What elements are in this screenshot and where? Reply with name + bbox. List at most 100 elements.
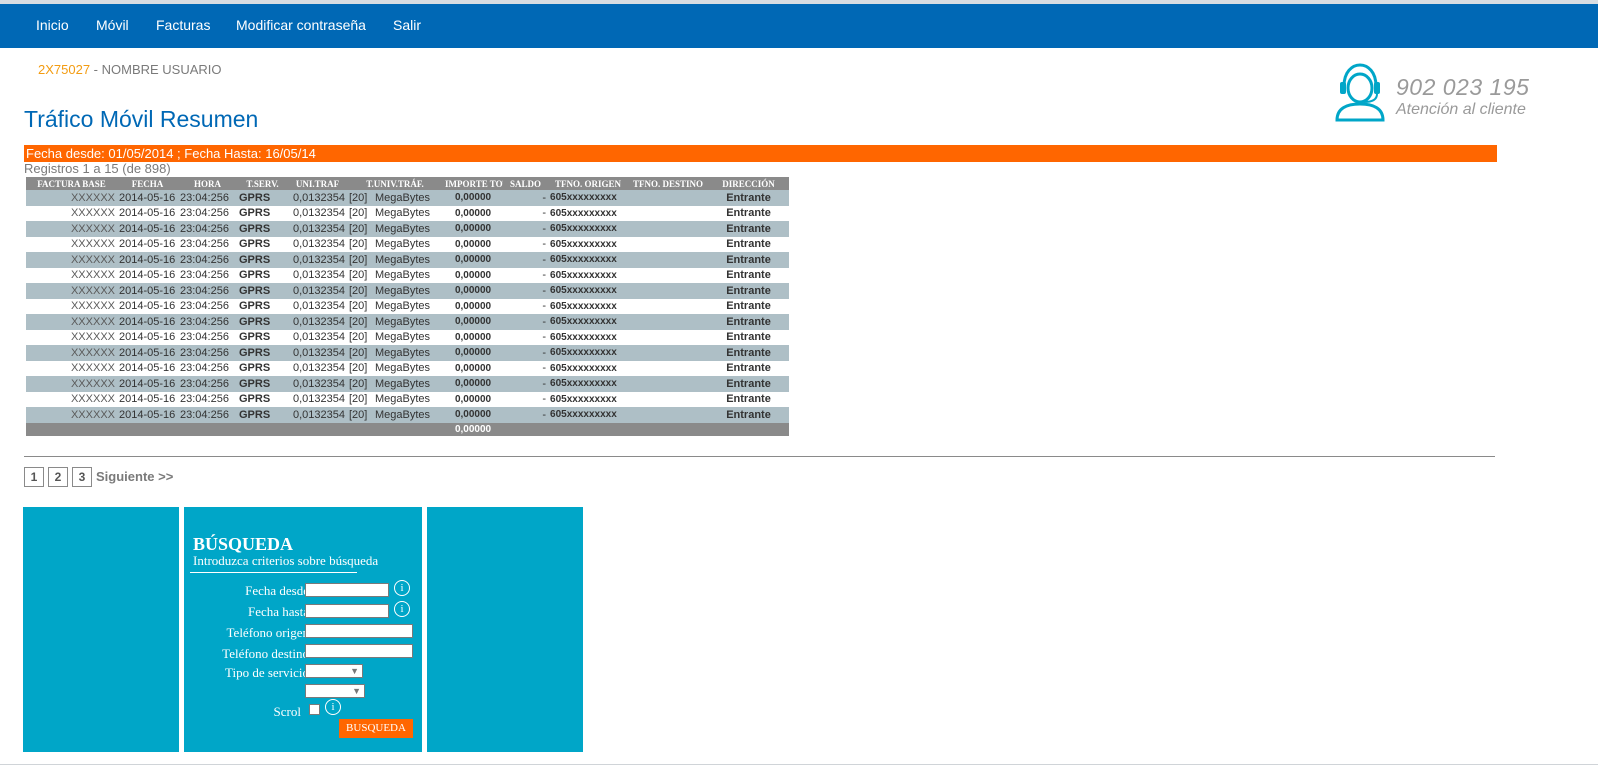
left-panel — [23, 507, 179, 752]
table-cell: 605xxxxxxxxx — [548, 283, 629, 299]
page-3-button[interactable]: 3 — [72, 467, 92, 487]
tipo-servicio-sub-select[interactable]: ▼ — [305, 684, 365, 698]
table-cell: 0,0132354 — [288, 407, 347, 423]
fecha-desde-input[interactable] — [305, 583, 389, 597]
table-cell: MegaBytes — [373, 190, 444, 206]
table-cell: MegaBytes — [373, 407, 444, 423]
nav-salir[interactable]: Salir — [393, 17, 421, 33]
table-cell: 2014-05-16 — [117, 283, 178, 299]
scrol-checkbox[interactable] — [309, 704, 320, 715]
headset-agent-icon — [1335, 63, 1385, 122]
table-cell: 23:04:256 — [178, 345, 237, 361]
table-cell: 0,0132354 — [288, 345, 347, 361]
table-cell: GPRS — [237, 283, 288, 299]
table-cell: 2014-05-16 — [117, 314, 178, 330]
table-cell: MegaBytes — [373, 267, 444, 283]
table-cell: XXXXXX — [26, 190, 117, 206]
table-cell: 0,0132354 — [288, 205, 347, 221]
busqueda-button[interactable]: BUSQUEDA — [339, 719, 413, 738]
user-code: 2X75027 — [38, 62, 91, 77]
table-cell: MegaBytes — [373, 283, 444, 299]
table-cell — [628, 190, 709, 206]
table-cell: 2014-05-16 — [117, 236, 178, 252]
table-cell: 23:04:256 — [178, 221, 237, 237]
table-cell: 605xxxxxxxxx — [548, 267, 629, 283]
table-cell: GPRS — [237, 298, 288, 314]
table-cell: 605xxxxxxxxx — [548, 221, 629, 237]
table-cell: 0,00000 — [443, 267, 504, 283]
table-cell: XXXXXX — [26, 360, 117, 376]
table-cell: [20] — [347, 221, 373, 237]
table-cell: - — [503, 376, 549, 392]
table-cell: 605xxxxxxxxx — [548, 407, 629, 423]
table-cell: - — [503, 205, 549, 221]
table-cell: GPRS — [237, 345, 288, 361]
col-header: FACTURA BASE — [26, 177, 117, 190]
table-cell: Entrante — [708, 376, 790, 392]
table-cell: Entrante — [708, 190, 790, 206]
table-row: XXXXXX 2014-05-16 23:04:256 GPRS 0,0132354 [2… — [26, 360, 790, 376]
scrol-label: Scrol — [273, 704, 301, 719]
table-cell: 23:04:256 — [178, 391, 237, 407]
table-cell: [20] — [347, 267, 373, 283]
user-info: 2X75027 - NOMBRE USUARIO — [38, 62, 222, 77]
nav-facturas[interactable]: Facturas — [156, 17, 210, 33]
next-page-link[interactable]: Siguiente >> — [96, 469, 173, 484]
table-cell: - — [503, 360, 549, 376]
table-cell: [20] — [347, 298, 373, 314]
table-cell — [628, 283, 709, 299]
table-row: XXXXXX 2014-05-16 23:04:256 GPRS 0,0132354 [2… — [26, 298, 790, 314]
info-icon[interactable]: i — [394, 601, 410, 617]
table-cell: 605xxxxxxxxx — [548, 236, 629, 252]
table-cell: 23:04:256 — [178, 190, 237, 206]
table-cell: 23:04:256 — [178, 314, 237, 330]
table-cell: - — [503, 407, 549, 423]
search-subtitle: Introduzca criterios sobre búsqueda — [193, 553, 379, 568]
table-cell: Entrante — [708, 345, 790, 361]
main-nav: Inicio Móvil Facturas Modificar contrase… — [0, 4, 1598, 48]
support-block: 902 023 195 Atención al cliente — [1334, 62, 1574, 126]
table-cell: 0,00000 — [443, 190, 504, 206]
page-2-button[interactable]: 2 — [48, 467, 68, 487]
table-cell: 0,0132354 — [288, 267, 347, 283]
info-icon[interactable]: i — [325, 699, 341, 715]
table-row: XXXXXX 2014-05-16 23:04:256 GPRS 0,0132354 [2… — [26, 391, 790, 407]
table-cell: 0,00000 — [443, 314, 504, 330]
table-cell: MegaBytes — [373, 376, 444, 392]
table-cell: MegaBytes — [373, 298, 444, 314]
tipo-servicio-select[interactable]: ▼ — [305, 664, 363, 678]
table-cell: 0,0132354 — [288, 298, 347, 314]
table-cell: 0,00000 — [443, 298, 504, 314]
table-cell: MegaBytes — [373, 345, 444, 361]
nav-movil[interactable]: Móvil — [96, 17, 129, 33]
table-cell: 0,00000 — [443, 329, 504, 345]
table-cell: 2014-05-16 — [117, 329, 178, 345]
info-icon[interactable]: i — [394, 580, 410, 596]
user-separator: - — [90, 62, 102, 77]
page-1-button[interactable]: 1 — [24, 467, 44, 487]
chevron-down-icon: ▼ — [352, 686, 361, 696]
table-cell: 605xxxxxxxxx — [548, 190, 629, 206]
chevron-down-icon: ▼ — [350, 666, 359, 676]
user-name: NOMBRE USUARIO — [101, 62, 222, 77]
table-cell: Entrante — [708, 329, 790, 345]
table-cell: 0,00000 — [443, 407, 504, 423]
telefono-origen-input[interactable] — [305, 624, 413, 638]
table-cell: 0,0132354 — [288, 252, 347, 268]
col-header: UNI.TRAF — [288, 177, 347, 190]
table-row: XXXXXX 2014-05-16 23:04:256 GPRS 0,0132354 [2… — [26, 267, 790, 283]
table-cell: - — [503, 252, 549, 268]
table-row: XXXXXX 2014-05-16 23:04:256 GPRS 0,0132354 [2… — [26, 190, 790, 206]
bottom-divider — [0, 764, 1598, 765]
col-header: TFNO. DESTINO — [628, 177, 709, 190]
col-header: T.SERV. — [237, 177, 288, 190]
nav-inicio[interactable]: Inicio — [36, 17, 69, 33]
table-cell: 2014-05-16 — [117, 345, 178, 361]
nav-modificar-contrasena[interactable]: Modificar contraseña — [236, 17, 366, 33]
table-cell: MegaBytes — [373, 314, 444, 330]
table-cell: 2014-05-16 — [117, 376, 178, 392]
telefono-destino-input[interactable] — [305, 644, 413, 658]
table-cell: Entrante — [708, 360, 790, 376]
fecha-hasta-input[interactable] — [305, 604, 389, 618]
fecha-desde-label: Fecha desde — [245, 583, 309, 598]
